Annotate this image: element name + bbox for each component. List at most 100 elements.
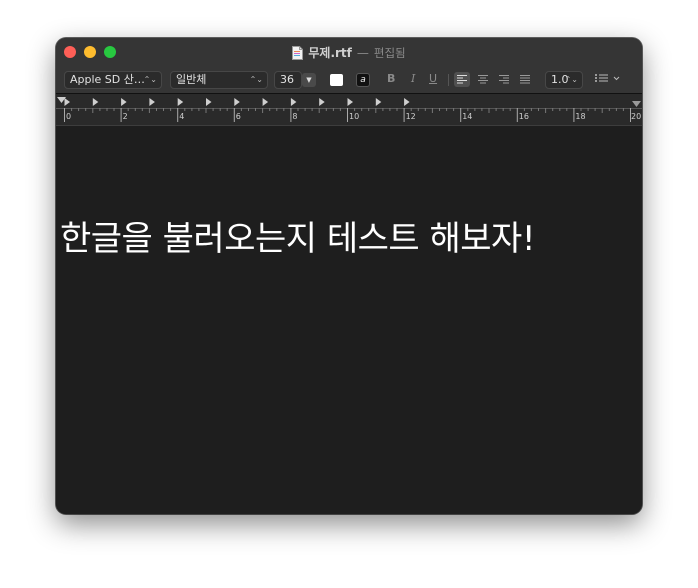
- ruler-tick: [127, 108, 129, 111]
- ruler-tick: [474, 108, 476, 111]
- ruler-tick: [481, 108, 483, 111]
- ruler-tick: [439, 108, 440, 111]
- ruler-tick: [318, 108, 320, 113]
- format-toolbar: Apple SD 산… ⌃⌄ 일반체 ⌃⌄ 36 ▼ a B I U 1.0 ⌃…: [56, 70, 642, 90]
- document-text[interactable]: 한글을 불러오는지 테스트 해보자!: [60, 211, 535, 260]
- ruler-tick: [354, 108, 356, 111]
- ruler-tick: [495, 108, 497, 111]
- window-title: 무제.rtf — 편집됨: [56, 44, 642, 61]
- ruler-tick: [431, 108, 433, 113]
- ruler-label: 8: [292, 112, 298, 121]
- tab-stop-marker: [290, 98, 297, 106]
- ruler-tick: [396, 108, 398, 111]
- ruler-tick: [184, 108, 186, 111]
- ruler-tick: [573, 108, 575, 122]
- ruler-tick: [580, 108, 582, 111]
- highlight-icon-label: a: [360, 75, 366, 85]
- ruler-tick: [389, 108, 391, 111]
- italic-button[interactable]: I: [411, 72, 415, 85]
- ruler-tick: [71, 108, 73, 111]
- ruler-label: 10: [349, 112, 360, 121]
- ruler-tick: [368, 108, 370, 111]
- tab-stop-marker: [92, 98, 99, 106]
- ruler-tick: [99, 108, 101, 111]
- align-center-button[interactable]: [475, 72, 491, 87]
- line-spacing-select[interactable]: 1.0 ⌃⌄: [545, 71, 583, 89]
- document-area[interactable]: 한글을 불러오는지 테스트 해보자!: [56, 127, 642, 514]
- ruler-tick: [226, 108, 228, 111]
- tab-stop-marker: [177, 98, 184, 106]
- toolbar-divider: [448, 74, 449, 86]
- ruler-tick: [283, 108, 285, 111]
- ruler-tick: [545, 108, 547, 113]
- bold-button[interactable]: B: [387, 72, 395, 85]
- list-style-button[interactable]: [594, 72, 624, 87]
- ruler-tick: [276, 108, 278, 111]
- document-icon: [292, 45, 304, 60]
- ruler-tick: [240, 108, 242, 111]
- ruler-tick: [219, 108, 221, 111]
- ruler-tick: [255, 108, 256, 111]
- tab-stop-marker: [404, 98, 410, 106]
- tab-stop-marker: [319, 98, 325, 106]
- textedit-window: 무제.rtf — 편집됨 Apple SD 산… ⌃⌄ 일반체 ⌃⌄ 36 ▼ …: [56, 38, 642, 514]
- ruler-tick: [198, 108, 200, 111]
- font-family-select[interactable]: Apple SD 산… ⌃⌄: [64, 71, 162, 89]
- align-center-icon: [478, 75, 488, 84]
- ruler-label: 20: [631, 112, 642, 121]
- align-justify-icon: [520, 75, 530, 84]
- tab-stop-marker: [262, 98, 269, 106]
- ruler-label: 0: [66, 112, 72, 121]
- ruler-tick: [248, 108, 249, 111]
- ruler-tick: [615, 108, 617, 111]
- ruler-tick: [170, 108, 172, 111]
- text-color-well[interactable]: [330, 74, 343, 86]
- ruler-tick: [410, 108, 412, 111]
- ruler-tick: [361, 108, 363, 111]
- ruler-baseline: [56, 108, 642, 109]
- ruler-tick: [191, 108, 193, 111]
- ruler-tick: [113, 108, 115, 111]
- ruler-label: 18: [575, 112, 586, 121]
- font-size-field[interactable]: 36: [274, 71, 302, 89]
- ruler-tick: [488, 108, 490, 113]
- ruler-tick: [262, 108, 264, 113]
- font-style-select[interactable]: 일반체 ⌃⌄: [170, 71, 268, 89]
- ruler-tick: [64, 108, 65, 122]
- ruler-tick: [311, 108, 313, 111]
- align-left-icon: [457, 75, 467, 84]
- ruler-tick: [269, 108, 271, 111]
- ruler-label: 14: [462, 112, 473, 121]
- ruler-tick: [530, 108, 532, 111]
- ruler-tick: [233, 108, 235, 122]
- updown-chevron-icon: ⌃⌄: [564, 75, 578, 84]
- highlight-color-button[interactable]: a: [356, 73, 370, 87]
- ruler-tick: [424, 108, 426, 111]
- ruler-tick: [297, 108, 299, 111]
- ruler-tick: [163, 108, 164, 111]
- ruler-tick: [460, 108, 462, 122]
- align-left-button[interactable]: [454, 72, 470, 87]
- ruler-tick: [325, 108, 327, 111]
- ruler-tick: [78, 108, 80, 111]
- ruler-tick: [148, 108, 150, 113]
- ruler-ticks: [56, 97, 642, 122]
- ruler-tick: [559, 108, 561, 111]
- ruler-label: 6: [235, 112, 241, 121]
- ruler[interactable]: 0 2 4 6 8 10 12 14 16 18 20: [56, 94, 642, 126]
- font-family-value: Apple SD 산…: [70, 73, 145, 86]
- align-right-button[interactable]: [496, 72, 512, 87]
- ruler-tick: [141, 108, 143, 111]
- ruler-tick: [134, 108, 136, 111]
- align-justify-button[interactable]: [517, 72, 533, 87]
- font-size-dropdown-icon[interactable]: ▼: [302, 73, 316, 87]
- tab-stop-marker: [64, 98, 70, 106]
- ruler-tick: [594, 108, 596, 111]
- tab-stop-marker: [121, 98, 127, 106]
- ruler-tick: [403, 108, 405, 122]
- title-separator: —: [356, 45, 369, 60]
- edited-status: 편집됨: [373, 45, 406, 60]
- ruler-tick: [177, 108, 179, 122]
- underline-button[interactable]: U: [429, 72, 437, 85]
- ruler-tick: [552, 108, 554, 111]
